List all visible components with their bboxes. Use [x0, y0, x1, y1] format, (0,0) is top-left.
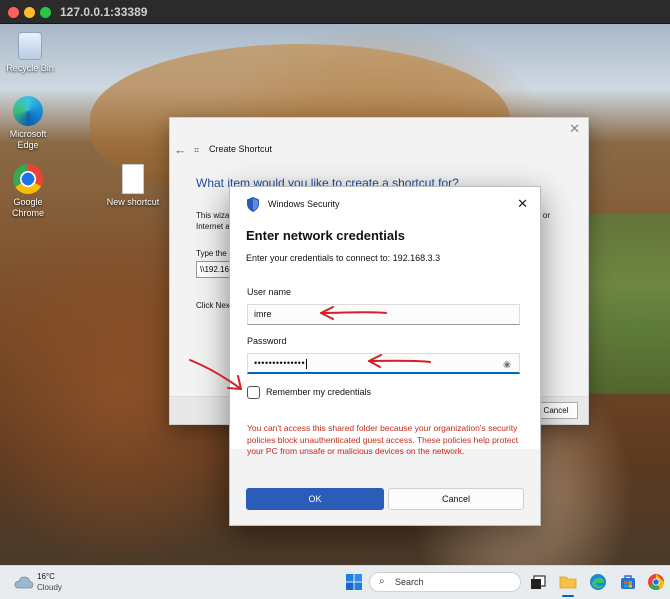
desktop-icon-edge[interactable]: Microsoft Edge	[0, 96, 58, 151]
recycle-bin-icon	[18, 32, 42, 60]
desktop-icon-new-shortcut[interactable]: New shortcut	[103, 164, 163, 208]
file-explorer-button[interactable]	[558, 572, 578, 597]
back-arrow-icon[interactable]: ←	[174, 142, 187, 157]
desktop-icon-label: Microsoft Edge	[9, 129, 47, 150]
username-field[interactable]: imre	[247, 304, 520, 325]
task-view-icon	[531, 575, 546, 589]
text-cursor	[306, 358, 308, 369]
search-label: Search	[395, 577, 424, 587]
shield-icon	[247, 197, 259, 212]
window-title: Create Shortcut	[209, 144, 273, 154]
file-icon	[122, 164, 144, 194]
browser-title-bar: 127.0.0.1:33389	[0, 0, 670, 24]
taskbar: 16°C Cloudy ⌕ Search	[0, 565, 670, 599]
dialog-close-button[interactable]: ✕	[517, 196, 528, 212]
active-indicator	[562, 595, 574, 597]
minimize-window-button[interactable]	[24, 7, 35, 18]
windows-security-dialog: Windows Security ✕ Enter network credent…	[229, 186, 541, 526]
cancel-button[interactable]: Cancel	[388, 488, 524, 510]
taskbar-store-button[interactable]	[618, 572, 638, 592]
remember-credentials-checkbox[interactable]	[247, 386, 260, 399]
taskbar-edge-button[interactable]	[588, 572, 608, 592]
desktop-icon-label: New shortcut	[106, 197, 160, 207]
shortcut-icon: ⌗	[194, 145, 200, 155]
desktop-icon-label: Recycle Bin	[6, 63, 54, 73]
store-icon	[621, 575, 635, 589]
start-button[interactable]	[344, 572, 364, 592]
password-field[interactable]: •••••••••••••• ◉	[247, 353, 520, 374]
search-icon: ⌕	[379, 576, 385, 587]
desktop-icon-chrome[interactable]: Google Chrome	[0, 164, 58, 219]
cloud-icon	[14, 576, 34, 589]
maximize-window-button[interactable]	[40, 7, 51, 18]
reveal-password-icon[interactable]: ◉	[503, 359, 511, 370]
chrome-icon	[648, 574, 664, 590]
taskbar-chrome-button[interactable]	[646, 572, 666, 592]
dialog-subtitle: Enter your credentials to connect to: 19…	[246, 253, 441, 263]
windows-icon	[346, 574, 362, 590]
close-icon[interactable]: ✕	[569, 121, 580, 137]
dialog-caption: Windows Security	[268, 199, 340, 209]
weather-temperature[interactable]: 16°C	[37, 572, 55, 581]
folder-icon	[559, 576, 577, 589]
weather-condition[interactable]: Cloudy	[37, 583, 62, 592]
taskbar-search[interactable]: ⌕ Search	[369, 572, 521, 592]
username-label: User name	[247, 287, 292, 297]
remember-credentials-label[interactable]: Remember my credentials	[266, 387, 371, 397]
chrome-icon	[13, 164, 43, 194]
ok-button[interactable]: OK	[246, 488, 384, 510]
password-label: Password	[247, 336, 287, 346]
wizard-description-tail: or	[542, 211, 550, 220]
browser-url: 127.0.0.1:33389	[60, 5, 148, 19]
desktop-icon-label: Google Chrome	[11, 197, 44, 218]
dialog-heading: Enter network credentials	[246, 228, 405, 243]
edge-icon	[13, 96, 43, 126]
password-value: ••••••••••••••	[254, 358, 306, 368]
desktop-icon-recycle-bin[interactable]: Recycle Bin	[0, 32, 60, 74]
task-view-button[interactable]	[528, 572, 548, 592]
error-message: You can't access this shared folder beca…	[247, 423, 519, 456]
edge-icon	[590, 574, 606, 590]
close-window-button[interactable]	[8, 7, 19, 18]
